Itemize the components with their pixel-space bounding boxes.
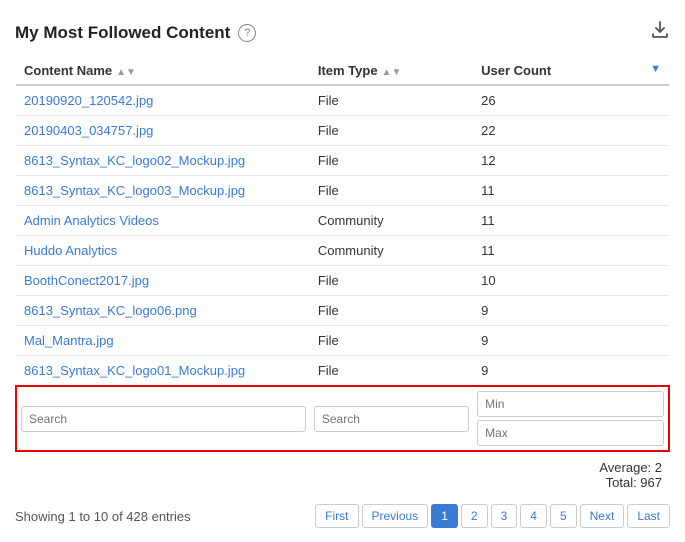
download-button[interactable]: [650, 20, 670, 45]
content-name-cell: 8613_Syntax_KC_logo02_Mockup.jpg: [16, 146, 310, 176]
content-name-cell: Admin Analytics Videos: [16, 206, 310, 236]
sort-icon-item_type: ▲▼: [382, 67, 402, 78]
pagination-page-1-button[interactable]: 1: [431, 504, 458, 528]
pagination-next-button[interactable]: Next: [580, 504, 625, 528]
content-name-cell: Huddo Analytics: [16, 236, 310, 266]
filter-row: [16, 386, 669, 451]
user-count-max-input[interactable]: [477, 420, 664, 446]
user-count-filter-cell: [473, 386, 669, 451]
header-col-user_count: User Count▼: [473, 57, 669, 85]
table-row: 20190920_120542.jpg File26: [16, 85, 669, 116]
table-row: 8613_Syntax_KC_logo02_Mockup.jpg File12: [16, 146, 669, 176]
item-type-cell: File: [310, 85, 473, 116]
content-name-cell: 8613_Syntax_KC_logo06.png: [16, 296, 310, 326]
summary-section: Average: 2 Total: 967: [15, 452, 670, 494]
pagination-page-5-button[interactable]: 5: [550, 504, 577, 528]
pagination-previous-button[interactable]: Previous: [362, 504, 429, 528]
content-name-link[interactable]: 8613_Syntax_KC_logo01_Mockup.jpg: [24, 363, 245, 378]
average-label: Average: 2: [15, 460, 662, 475]
user-count-cell: 9: [473, 326, 669, 356]
content-name-link[interactable]: Admin Analytics Videos: [24, 213, 159, 228]
content-name-cell: 20190920_120542.jpg: [16, 85, 310, 116]
user-count-cell: 10: [473, 266, 669, 296]
user-count-cell: 9: [473, 356, 669, 387]
item-type-filter-cell: [310, 386, 473, 451]
item-type-search-input[interactable]: [314, 406, 469, 432]
content-name-link[interactable]: 8613_Syntax_KC_logo06.png: [24, 303, 197, 318]
user-count-cell: 11: [473, 206, 669, 236]
content-name-link[interactable]: 8613_Syntax_KC_logo02_Mockup.jpg: [24, 153, 245, 168]
item-type-cell: File: [310, 176, 473, 206]
pagination-page-3-button[interactable]: 3: [491, 504, 518, 528]
pagination-last-button[interactable]: Last: [627, 504, 670, 528]
table-row: Huddo Analytics Community11: [16, 236, 669, 266]
help-icon[interactable]: ?: [238, 24, 256, 42]
content-name-cell: BoothConect2017.jpg: [16, 266, 310, 296]
item-type-cell: Community: [310, 206, 473, 236]
content-name-link[interactable]: BoothConect2017.jpg: [24, 273, 149, 288]
user-count-min-input[interactable]: [477, 391, 664, 417]
table-row: Mal_Mantra.jpg File9: [16, 326, 669, 356]
content-name-cell: 8613_Syntax_KC_logo01_Mockup.jpg: [16, 356, 310, 387]
table-row: BoothConect2017.jpg File10: [16, 266, 669, 296]
header-col-content_name[interactable]: Content Name▲▼: [16, 57, 310, 85]
table-row: Admin Analytics Videos Community11: [16, 206, 669, 236]
pagination-page-4-button[interactable]: 4: [520, 504, 547, 528]
item-type-cell: File: [310, 146, 473, 176]
table-row: 8613_Syntax_KC_logo06.png File9: [16, 296, 669, 326]
content-name-link[interactable]: 20190920_120542.jpg: [24, 93, 153, 108]
content-name-link[interactable]: 20190403_034757.jpg: [24, 123, 153, 138]
pagination-row: Showing 1 to 10 of 428 entries FirstPrev…: [15, 494, 670, 532]
header-col-item_type[interactable]: Item Type▲▼: [310, 57, 473, 85]
content-name-filter-cell: [16, 386, 310, 451]
item-type-cell: File: [310, 356, 473, 387]
item-type-cell: File: [310, 266, 473, 296]
filter-icon-user_count[interactable]: ▼: [650, 63, 661, 75]
content-name-link[interactable]: Huddo Analytics: [24, 243, 117, 258]
pagination-first-button[interactable]: First: [315, 504, 358, 528]
pagination-page-2-button[interactable]: 2: [461, 504, 488, 528]
table-row: 20190403_034757.jpg File22: [16, 116, 669, 146]
content-table: Content Name▲▼Item Type▲▼User Count▼ 201…: [15, 57, 670, 452]
content-name-search-input[interactable]: [21, 406, 306, 432]
content-name-cell: 20190403_034757.jpg: [16, 116, 310, 146]
user-count-cell: 11: [473, 236, 669, 266]
user-count-cell: 22: [473, 116, 669, 146]
user-count-cell: 26: [473, 85, 669, 116]
total-label: Total: 967: [15, 475, 662, 490]
content-name-link[interactable]: 8613_Syntax_KC_logo03_Mockup.jpg: [24, 183, 245, 198]
entries-info: Showing 1 to 10 of 428 entries: [15, 509, 191, 524]
item-type-cell: File: [310, 116, 473, 146]
user-count-cell: 11: [473, 176, 669, 206]
content-name-cell: 8613_Syntax_KC_logo03_Mockup.jpg: [16, 176, 310, 206]
page-title: My Most Followed Content: [15, 23, 230, 43]
sort-icon-content_name: ▲▼: [116, 67, 136, 78]
content-name-cell: Mal_Mantra.jpg: [16, 326, 310, 356]
pagination: FirstPrevious12345NextLast: [315, 504, 670, 528]
table-row: 8613_Syntax_KC_logo03_Mockup.jpg File11: [16, 176, 669, 206]
content-name-link[interactable]: Mal_Mantra.jpg: [24, 333, 114, 348]
item-type-cell: Community: [310, 236, 473, 266]
item-type-cell: File: [310, 326, 473, 356]
item-type-cell: File: [310, 296, 473, 326]
user-count-cell: 12: [473, 146, 669, 176]
table-row: 8613_Syntax_KC_logo01_Mockup.jpg File9: [16, 356, 669, 387]
user-count-cell: 9: [473, 296, 669, 326]
